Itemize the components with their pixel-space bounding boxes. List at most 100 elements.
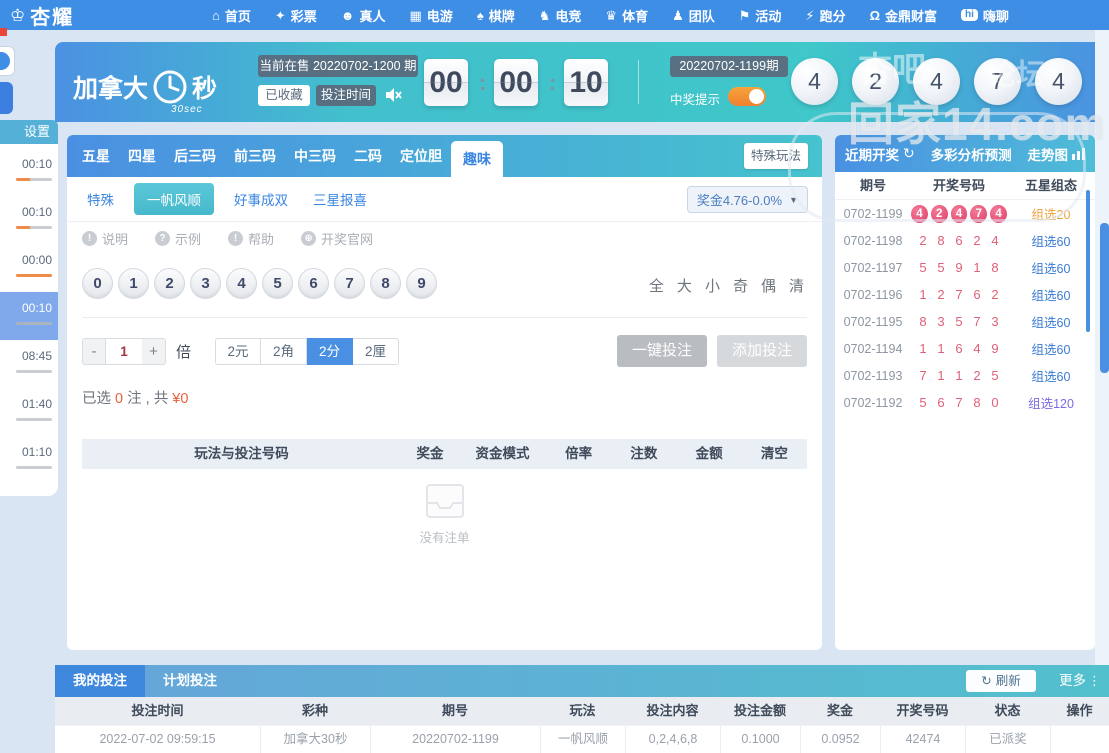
help-link-3[interactable]: ⊕ 开奖官网: [301, 229, 373, 248]
money-mode-0[interactable]: 2元: [215, 337, 262, 365]
lottery-list-item[interactable]: 01:10: [0, 436, 58, 484]
sub-tab-2[interactable]: 好事成双: [229, 189, 293, 209]
special-play-button[interactable]: 特殊玩法: [744, 143, 808, 169]
number-ball-4[interactable]: 4: [226, 268, 257, 299]
main-tab-4[interactable]: 中三码: [285, 135, 345, 177]
nav-item-sports[interactable]: ♛ 体育: [605, 6, 648, 25]
slip-col-6[interactable]: 清空: [742, 439, 807, 469]
number-ball-0[interactable]: 0: [82, 268, 113, 299]
help-link-1[interactable]: ? 示例: [155, 229, 201, 248]
lottery-countdown-time: 08:45: [21, 349, 52, 363]
nav-item-egames[interactable]: ▦ 电游: [410, 6, 453, 25]
draw-issue: 0702-1199: [843, 206, 903, 221]
number-ball-6[interactable]: 6: [298, 268, 329, 299]
draw-number: 7: [973, 314, 981, 329]
quick-pick-1[interactable]: 大: [677, 275, 692, 296]
tab-plan-bets[interactable]: 计划投注: [145, 665, 235, 697]
my-bets-cell-action: [1050, 726, 1109, 753]
number-ball-8[interactable]: 8: [370, 268, 401, 299]
lottery-list-item[interactable]: 00:00: [0, 244, 58, 292]
one-key-bet-button[interactable]: 一键投注: [617, 335, 707, 367]
draw-number: 3: [937, 314, 945, 329]
help-link-0[interactable]: ! 说明: [82, 229, 128, 248]
quick-pick-4[interactable]: 偶: [761, 275, 776, 296]
tab-my-bets[interactable]: 我的投注: [55, 665, 145, 697]
nav-item-home[interactable]: ⌂ 首页: [212, 6, 251, 25]
draw-number: 7: [955, 287, 963, 302]
number-ball-3[interactable]: 3: [190, 268, 221, 299]
brand-logo[interactable]: ♔ 杏耀: [0, 1, 140, 30]
quick-pick-2[interactable]: 小: [705, 275, 720, 296]
help-link-2[interactable]: ! 帮助: [228, 229, 274, 248]
quick-pick-5[interactable]: 清: [789, 275, 804, 296]
nav-item-activity[interactable]: ⚑ 活动: [739, 6, 782, 25]
lottery-list-item[interactable]: 00:10: [0, 196, 58, 244]
main-tab-0[interactable]: 五星: [73, 135, 119, 177]
lottery-list-item[interactable]: 00:10: [0, 148, 58, 196]
more-button[interactable]: 更多 ⋮: [1059, 665, 1101, 697]
draw-number: 1: [919, 341, 927, 356]
refresh-icon[interactable]: ↻: [903, 145, 915, 162]
main-tab-3[interactable]: 前三码: [225, 135, 285, 177]
money-mode-1[interactable]: 2角: [261, 337, 308, 365]
nav-item-wealth[interactable]: Ω 金鼎财富: [870, 6, 937, 25]
recent-draws-panel: 近期开奖 ↻ 多彩分析预测 走势图 期号 开奖号码 五星组态 0702-1199 4 2…: [835, 135, 1095, 650]
number-ball-7[interactable]: 7: [334, 268, 365, 299]
quick-pick-3[interactable]: 奇: [733, 275, 748, 296]
number-ball-2[interactable]: 2: [154, 268, 185, 299]
main-tab-6[interactable]: 定位胆: [391, 135, 451, 177]
multiplier-plus-button[interactable]: +: [142, 337, 166, 365]
lottery-list-item[interactable]: 08:45: [0, 340, 58, 388]
tab-recent-draws[interactable]: 近期开奖 ↻: [845, 144, 915, 164]
sub-tab-3[interactable]: 三星报喜: [308, 189, 372, 209]
nav-item-boardgames[interactable]: ♠ 棋牌: [477, 6, 515, 25]
nav-item-team[interactable]: ♟ 团队: [672, 6, 715, 25]
my-bets-cell-lottery: 加拿大30秒: [260, 726, 370, 753]
main-tab-2[interactable]: 后三码: [165, 135, 225, 177]
tab-trend-chart[interactable]: 走势图: [1027, 144, 1085, 164]
lottery-list-item[interactable]: 00:10: [0, 292, 58, 340]
number-ball-9[interactable]: 9: [406, 268, 437, 299]
main-tab-1[interactable]: 四星: [119, 135, 165, 177]
nav-item-live[interactable]: ☻ 真人: [341, 6, 386, 25]
home-icon: ⌂: [212, 7, 220, 23]
sub-tab-0[interactable]: 特殊: [82, 189, 119, 209]
add-bet-button[interactable]: 添加投注: [717, 335, 807, 367]
money-mode-3[interactable]: 2厘: [353, 337, 400, 365]
multiplier-label: 倍: [176, 343, 192, 361]
main-tab-7[interactable]: 趣味: [451, 141, 503, 177]
nav-item-esports[interactable]: ♞ 电竞: [539, 6, 582, 25]
number-ball-5[interactable]: 5: [262, 268, 293, 299]
hi-chat-icon: hi: [961, 9, 978, 21]
draw-number: 0: [991, 395, 999, 410]
draw-number: 2: [919, 233, 927, 248]
tab-analysis-forecast[interactable]: 多彩分析预测: [931, 144, 1012, 164]
money-mode-2[interactable]: 2分: [307, 337, 354, 365]
draw-number: 5: [991, 368, 999, 383]
nav-item-label: 体育: [622, 8, 649, 24]
inner-scrollbar-thumb[interactable]: [1086, 190, 1090, 332]
lottery-list-item[interactable]: 01:40: [0, 388, 58, 436]
quick-pick-0[interactable]: 全: [649, 275, 664, 296]
mute-speaker-icon[interactable]: [385, 86, 403, 104]
nav-item-lottery[interactable]: ✦ 彩票: [275, 6, 317, 25]
multiplier-minus-button[interactable]: -: [82, 337, 106, 365]
page-scrollbar-thumb[interactable]: [1100, 223, 1109, 373]
bonus-rate-dropdown[interactable]: 奖金4.76-0.0% ▼: [686, 186, 808, 213]
favorited-button[interactable]: 已收藏: [258, 85, 310, 106]
nav-item-label: 真人: [359, 8, 386, 24]
rail-shield-icon[interactable]: [0, 82, 13, 114]
nav-item-hichat[interactable]: hi 嗨聊: [961, 6, 1009, 25]
refresh-button[interactable]: ↻ 刷新: [966, 670, 1036, 692]
rail-settings-button[interactable]: 设置: [0, 120, 58, 144]
main-tab-5[interactable]: 二码: [345, 135, 391, 177]
money-mode-group: 2元 2角 2分 2厘: [215, 337, 400, 365]
bet-time-button[interactable]: 投注时间: [316, 85, 376, 106]
sub-tab-1[interactable]: 一帆风顺: [134, 183, 214, 215]
win-tip-toggle[interactable]: [728, 87, 766, 106]
multiplier-value[interactable]: 1: [106, 337, 142, 365]
nav-item-paofen[interactable]: ⚡ 跑分: [805, 6, 845, 25]
number-ball-1[interactable]: 1: [118, 268, 149, 299]
rail-app-icon[interactable]: [0, 46, 15, 76]
draw-numbers: 83573: [911, 314, 1007, 329]
